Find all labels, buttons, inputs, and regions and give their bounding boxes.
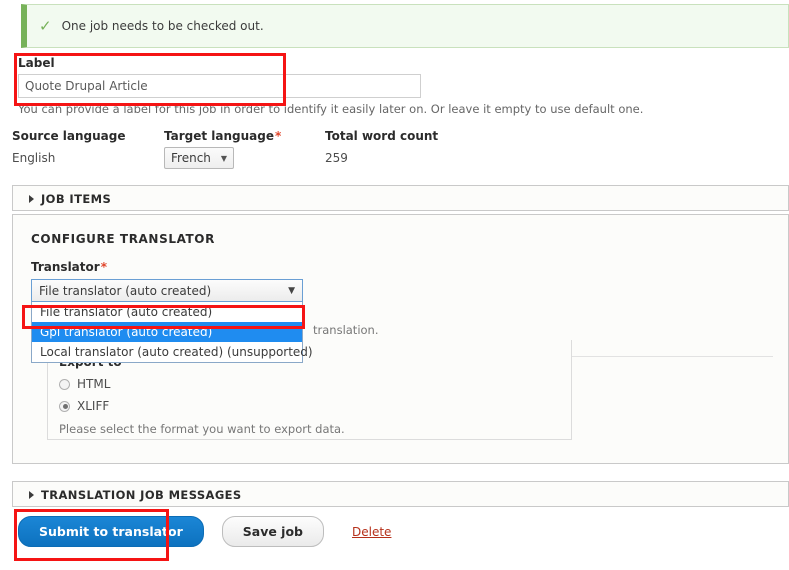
export-option-html-label: HTML [77, 377, 111, 391]
source-language-group: Source language English [12, 129, 126, 165]
export-to-group: Export to HTML XLIFF Please select the f… [59, 355, 345, 436]
translator-options-list: File translator (auto created) Gpi trans… [31, 302, 313, 363]
translation-job-messages-legend-text: TRANSLATION JOB MESSAGES [41, 488, 242, 502]
radio-html-icon[interactable] [59, 378, 70, 390]
translation-job-messages-legend[interactable]: TRANSLATION JOB MESSAGES [13, 482, 788, 508]
chevron-down-icon: ▼ [220, 153, 228, 163]
status-message-text: One job needs to be checked out. [61, 19, 264, 33]
translator-description: translation. [313, 323, 379, 337]
job-items-legend-text: JOB ITEMS [41, 192, 112, 206]
save-job-button[interactable]: Save job [221, 516, 325, 547]
word-count-value: 259 [325, 151, 348, 165]
triangle-right-icon [29, 491, 34, 499]
export-option-xliff[interactable]: XLIFF [59, 399, 345, 413]
translator-option-local[interactable]: Local translator (auto created) (unsuppo… [32, 342, 313, 362]
word-count-heading: Total word count [325, 129, 439, 143]
status-message: ✓ One job needs to be checked out. [21, 4, 789, 48]
label-field-group: Label You can provide a label for this j… [18, 56, 643, 116]
translator-field-label: Translator* [31, 260, 788, 274]
target-language-selected-value: French [171, 151, 211, 165]
job-items-fieldset[interactable]: JOB ITEMS [12, 185, 789, 211]
target-language-select[interactable]: French ▼ [164, 147, 235, 169]
chevron-down-icon: ▼ [288, 285, 295, 296]
translator-option-file[interactable]: File translator (auto created) [32, 302, 302, 322]
submit-to-translator-button[interactable]: Submit to translator [18, 516, 204, 547]
translator-field-label-text: Translator [31, 260, 100, 274]
target-language-group: Target language* French ▼ [164, 129, 281, 169]
required-marker: * [275, 129, 282, 143]
translation-job-form-page: ✓ One job needs to be checked out. Label… [0, 0, 789, 570]
translator-option-gpi[interactable]: Gpi translator (auto created) [32, 322, 302, 342]
delete-link[interactable]: Delete [352, 525, 391, 539]
source-language-value: English [12, 151, 56, 165]
configure-translator-fieldset: CONFIGURE TRANSLATOR Translator* File tr… [12, 214, 789, 464]
export-description: Please select the format you want to exp… [59, 422, 345, 436]
translator-select-wrap: File translator (auto created) ▼ File tr… [31, 279, 313, 363]
form-actions: Submit to translator Save job Delete [18, 516, 391, 547]
check-icon: ✓ [39, 16, 52, 35]
translation-job-messages-fieldset[interactable]: TRANSLATION JOB MESSAGES [12, 481, 789, 507]
target-language-heading: Target language* [164, 129, 281, 143]
required-marker: * [100, 260, 107, 274]
job-items-legend[interactable]: JOB ITEMS [13, 186, 788, 212]
configure-translator-title: CONFIGURE TRANSLATOR [31, 232, 215, 246]
triangle-right-icon [29, 195, 34, 203]
label-field-description: You can provide a label for this job in … [18, 102, 644, 116]
label-field-label: Label [18, 56, 55, 70]
translator-select[interactable]: File translator (auto created) ▼ [31, 279, 303, 302]
label-input[interactable] [18, 74, 421, 98]
radio-xliff-icon[interactable] [59, 400, 70, 412]
export-option-xliff-label: XLIFF [77, 399, 110, 413]
configure-translator-body: Translator* File translator (auto create… [13, 246, 788, 363]
target-language-heading-text: Target language [164, 129, 275, 143]
translator-selected-value: File translator (auto created) [39, 283, 212, 298]
source-language-heading: Source language [12, 129, 126, 143]
export-option-html[interactable]: HTML [59, 377, 345, 391]
word-count-group: Total word count 259 [325, 129, 438, 165]
